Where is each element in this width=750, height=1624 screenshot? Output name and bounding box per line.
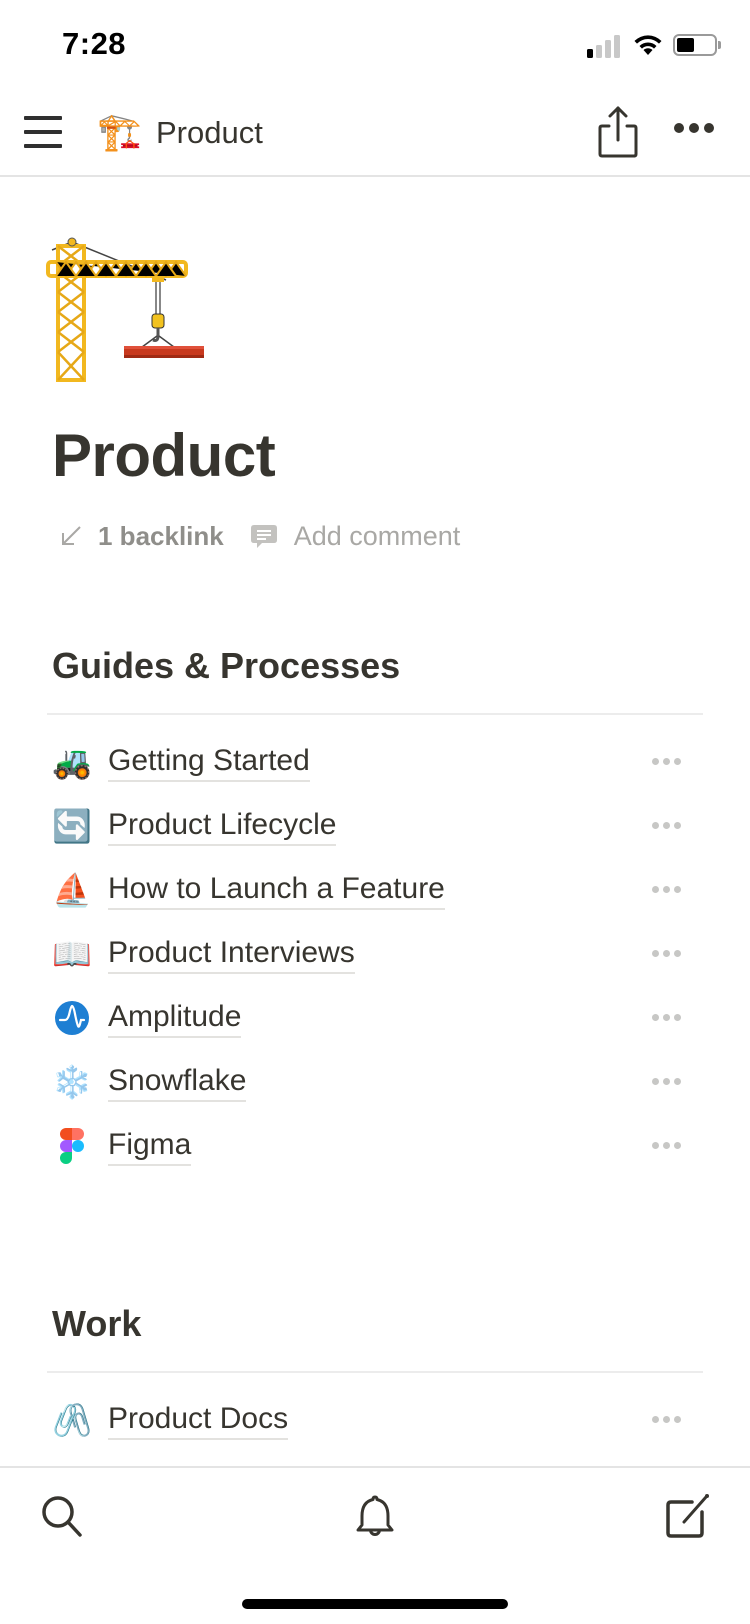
- list-item-product-lifecycle[interactable]: 🔄 Product Lifecycle: [52, 794, 712, 858]
- item-more-icon[interactable]: [652, 1142, 682, 1150]
- item-more-icon[interactable]: [652, 886, 682, 894]
- comment-bubble-icon: [250, 525, 277, 548]
- guides-list: 🚜 Getting Started 🔄 Product Lifecycle ⛵ …: [52, 730, 712, 1178]
- item-more-icon[interactable]: [652, 758, 682, 766]
- tractor-icon: 🚜: [52, 744, 92, 780]
- section-heading-guides: Guides & Processes: [52, 645, 401, 686]
- status-time: 7:28: [62, 26, 127, 61]
- list-item-product-interviews[interactable]: 📖 Product Interviews: [52, 922, 712, 986]
- list-item-snowflake[interactable]: ❄️ Snowflake: [52, 1050, 712, 1114]
- bottom-toolbar: [0, 1466, 750, 1624]
- paperclips-icon: 🖇️: [52, 1402, 92, 1438]
- home-indicator[interactable]: [242, 1599, 508, 1609]
- hamburger-menu-icon[interactable]: [24, 114, 62, 150]
- list-item-label[interactable]: Product Interviews: [108, 934, 355, 974]
- top-navigation-bar: 🏗️ Product: [0, 90, 750, 177]
- add-comment-button[interactable]: Add comment: [250, 520, 461, 552]
- search-icon[interactable]: [38, 1492, 86, 1540]
- list-item-product-docs[interactable]: 🖇️ Product Docs: [52, 1388, 712, 1452]
- page-title[interactable]: Product: [52, 420, 276, 492]
- cellular-signal-icon: [587, 34, 623, 58]
- list-item-getting-started[interactable]: 🚜 Getting Started: [52, 730, 712, 794]
- list-item-label[interactable]: Figma: [108, 1126, 192, 1166]
- item-more-icon[interactable]: [652, 1416, 682, 1424]
- work-list: 🖇️ Product Docs: [52, 1388, 712, 1452]
- open-book-icon: 📖: [52, 936, 92, 972]
- section-heading-work: Work: [52, 1303, 142, 1344]
- status-bar: 7:28: [0, 0, 750, 90]
- nav-page-title[interactable]: Product: [156, 112, 263, 154]
- item-more-icon[interactable]: [652, 1078, 682, 1086]
- add-comment-label: Add comment: [293, 520, 461, 551]
- item-more-icon[interactable]: [652, 950, 682, 958]
- snowflake-icon: ❄️: [52, 1064, 92, 1100]
- list-item-amplitude[interactable]: Amplitude: [52, 986, 712, 1050]
- backlinks-button[interactable]: 1 backlink: [60, 521, 224, 552]
- list-item-label[interactable]: Amplitude: [108, 998, 242, 1038]
- item-more-icon[interactable]: [652, 822, 682, 830]
- new-page-icon[interactable]: [664, 1492, 712, 1540]
- item-more-icon[interactable]: [652, 1014, 682, 1022]
- list-item-label[interactable]: Snowflake: [108, 1062, 247, 1102]
- amplitude-logo-icon: [52, 998, 92, 1038]
- section-divider: [47, 1371, 703, 1373]
- construction-crane-icon: [46, 237, 204, 382]
- list-item-label[interactable]: Product Docs: [108, 1400, 289, 1440]
- backlink-count: 1 backlink: [98, 520, 224, 551]
- list-item-launch-feature[interactable]: ⛵ How to Launch a Feature: [52, 858, 712, 922]
- backlink-arrow-icon: [62, 526, 81, 545]
- list-item-label[interactable]: Getting Started: [108, 742, 310, 782]
- battery-icon: [673, 34, 721, 56]
- sailboat-icon: ⛵: [52, 872, 92, 908]
- page-crane-icon: 🏗️: [97, 111, 142, 152]
- share-icon[interactable]: [596, 104, 640, 160]
- list-item-figma[interactable]: Figma: [52, 1114, 712, 1178]
- figma-logo-icon: [52, 1126, 92, 1166]
- wifi-icon: [634, 35, 662, 55]
- list-item-label[interactable]: Product Lifecycle: [108, 806, 337, 846]
- bell-icon[interactable]: [351, 1492, 399, 1540]
- section-divider: [47, 713, 703, 715]
- cycle-arrows-icon: 🔄: [52, 808, 92, 844]
- page-meta-row: 1 backlink Add comment: [60, 516, 460, 556]
- more-options-icon[interactable]: [672, 118, 716, 138]
- list-item-label[interactable]: How to Launch a Feature: [108, 870, 445, 910]
